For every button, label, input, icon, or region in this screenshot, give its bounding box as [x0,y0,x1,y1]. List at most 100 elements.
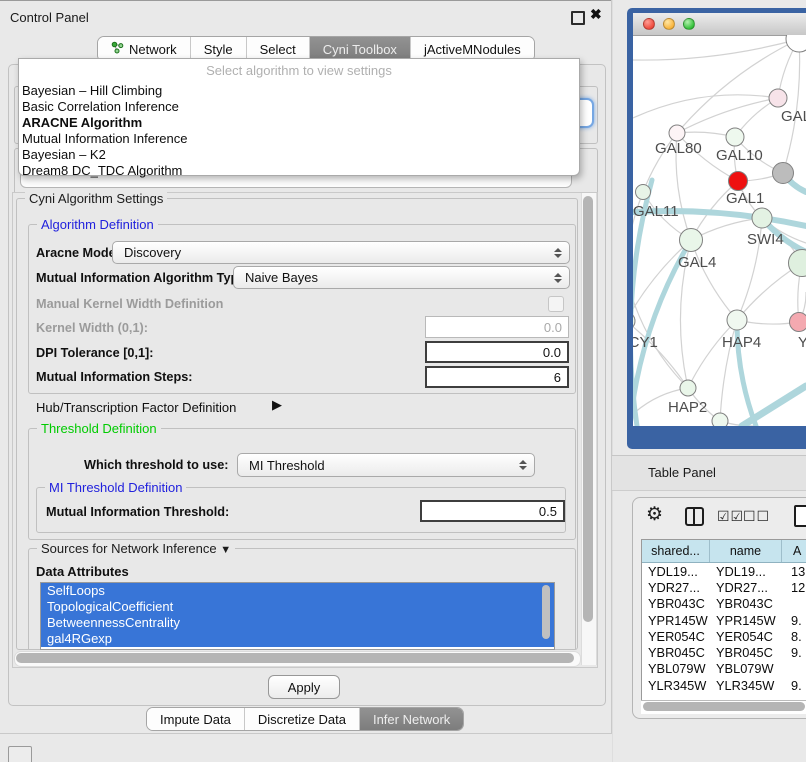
tab-jactivemnodules-label: jActiveMNodules [424,42,521,57]
apply-button[interactable]: Apply [268,675,340,699]
network-edge[interactable] [688,320,737,388]
deselect-all-checkboxes-icon[interactable]: ☐☐ [743,508,770,525]
network-node-gal[interactable] [769,89,787,107]
column-header-name[interactable]: name [710,540,782,562]
network-node[interactable] [789,250,806,277]
table-row[interactable]: YBL079WYBL079W [642,661,806,677]
algorithm-option[interactable]: Mutual Information Inference [22,131,576,147]
table-panel-titlebar: Table Panel [612,455,806,491]
table-cell: YDL19... [710,564,782,579]
table-row[interactable]: YDL19...YDL19...13 [642,563,806,579]
close-traffic-light-icon[interactable] [643,18,655,30]
mi-threshold-field[interactable]: 0.5 [420,500,565,522]
kernel-width-field[interactable]: 0.0 [425,316,569,338]
manual-kernel-checkbox[interactable] [548,296,564,312]
network-node-gal80[interactable] [669,125,685,141]
algorithm-dropdown-placeholder: Select algorithm to view settings [19,63,579,78]
network-node-gal1[interactable] [729,172,748,191]
algorithm-option[interactable]: Basic Correlation Inference [22,99,576,115]
tab-infer-network-label: Infer Network [373,712,450,727]
manual-kernel-label: Manual Kernel Width Definition [36,297,223,311]
network-node-gal10[interactable] [726,128,744,146]
table-row[interactable]: YPR145WYPR145W9. [642,612,806,628]
network-window-titlebar[interactable] [633,13,806,36]
table-horizontal-scrollbar-thumb[interactable] [643,702,805,711]
kernel-width-label: Kernel Width (0,1): [36,321,148,335]
network-edge[interactable] [783,39,800,173]
tab-infer-network[interactable]: Infer Network [360,708,463,730]
tab-discretize-data-label: Discretize Data [258,712,346,727]
select-all-checkboxes-icon[interactable]: ☑☑ [717,508,744,525]
table-row[interactable]: YBR043CYBR043C [642,596,806,612]
mi-type-combo[interactable]: Naive Bayes [233,266,570,289]
algorithm-option[interactable]: Dream8 DC_TDC Algorithm [22,163,576,179]
column-browser-icon[interactable] [685,507,704,526]
table-row[interactable]: YER054CYER054C8. [642,628,806,644]
network-edge[interactable] [633,39,799,60]
table-rows: YDL19...YDL19...13YDR27...YDR27...12YBR0… [642,563,806,697]
data-attribute-item[interactable]: SelfLoops [41,583,554,599]
data-attribute-item[interactable]: BetweennessCentrality [41,615,554,631]
column-header-shared-name[interactable]: shared... [642,540,710,562]
tab-impute-data-label: Impute Data [160,712,231,727]
float-window-icon[interactable] [571,11,585,25]
which-threshold-combo[interactable]: MI Threshold [237,453,535,477]
export-table-icon[interactable] [794,505,806,527]
network-node-hap2[interactable] [680,380,696,396]
column-header-third[interactable]: A [782,540,806,562]
dpi-tolerance-field[interactable]: 0.0 [425,341,569,363]
table-row[interactable]: YDR27...YDR27...12 [642,579,806,595]
network-node[interactable] [712,413,728,426]
tab-discretize-data[interactable]: Discretize Data [245,708,360,730]
network-edge[interactable] [633,95,778,118]
network-canvas[interactable]: GALGAL80GAL10GAL1GAL11SWI4GAL4GCY1HAP4YH… [633,35,806,426]
collapse-down-icon[interactable]: ▼ [220,544,231,556]
network-node[interactable] [773,163,794,184]
table-cell: YIL052C [710,694,782,697]
table-row[interactable]: YIL052CYIL052C9. [642,693,806,697]
network-node-label: GAL4 [678,254,716,271]
aracne-mode-combo[interactable]: Discovery [112,241,570,264]
network-node[interactable] [786,35,806,52]
apply-button-label: Apply [288,680,321,695]
table-row[interactable]: YLR345WYLR345W9. [642,677,806,693]
table-cell: 9. [782,613,806,628]
attribute-list-scrollbar[interactable] [542,585,550,639]
network-node-gal11[interactable] [636,185,651,200]
combo-arrows-icon [554,248,562,258]
algorithm-option[interactable]: ARACNE Algorithm [22,115,576,131]
algorithm-option[interactable]: Bayesian – Hill Climbing [22,83,576,99]
expand-right-icon[interactable]: ▶ [272,397,282,413]
table-cell: YBR045C [642,645,710,660]
settings-horizontal-scrollbar-thumb[interactable] [16,653,574,663]
network-node-gal4[interactable] [680,229,703,252]
table-cell: YBR043C [710,596,782,611]
network-node-label: GAL1 [726,190,764,207]
threshold-definition-title: Threshold Definition [37,421,161,436]
minimize-traffic-light-icon[interactable] [663,18,675,30]
network-icon [111,41,124,57]
tab-style-label: Style [204,42,233,57]
network-node-label: HAP2 [668,399,707,416]
network-node-hap4[interactable] [727,310,747,330]
settings-gear-icon[interactable]: ⚙ [646,505,663,524]
network-node-y[interactable] [790,313,806,332]
panel-divider[interactable] [612,0,613,762]
table-row[interactable]: YBR045CYBR045C9. [642,644,806,660]
network-node-swi4[interactable] [752,208,772,228]
data-attribute-item[interactable]: TopologicalCoefficient [41,599,554,615]
zoom-traffic-light-icon[interactable] [683,18,695,30]
control-panel-top-border [0,0,612,1]
settings-vertical-scrollbar-thumb[interactable] [583,196,593,622]
close-icon[interactable]: ✖ [590,6,602,23]
data-attribute-item[interactable]: gal4RGexp [41,631,554,647]
algorithm-option[interactable]: Bayesian – K2 [22,147,576,163]
table-cell: YBR043C [642,596,710,611]
network-edge[interactable] [691,240,737,320]
data-attributes-label: Data Attributes [36,564,129,579]
mi-steps-field[interactable]: 6 [425,366,569,388]
table-cell: 12 [782,580,806,595]
table-cell: YDR27... [710,580,782,595]
data-attributes-list[interactable]: SelfLoopsTopologicalCoefficientBetweenne… [40,582,555,650]
tab-impute-data[interactable]: Impute Data [147,708,245,730]
